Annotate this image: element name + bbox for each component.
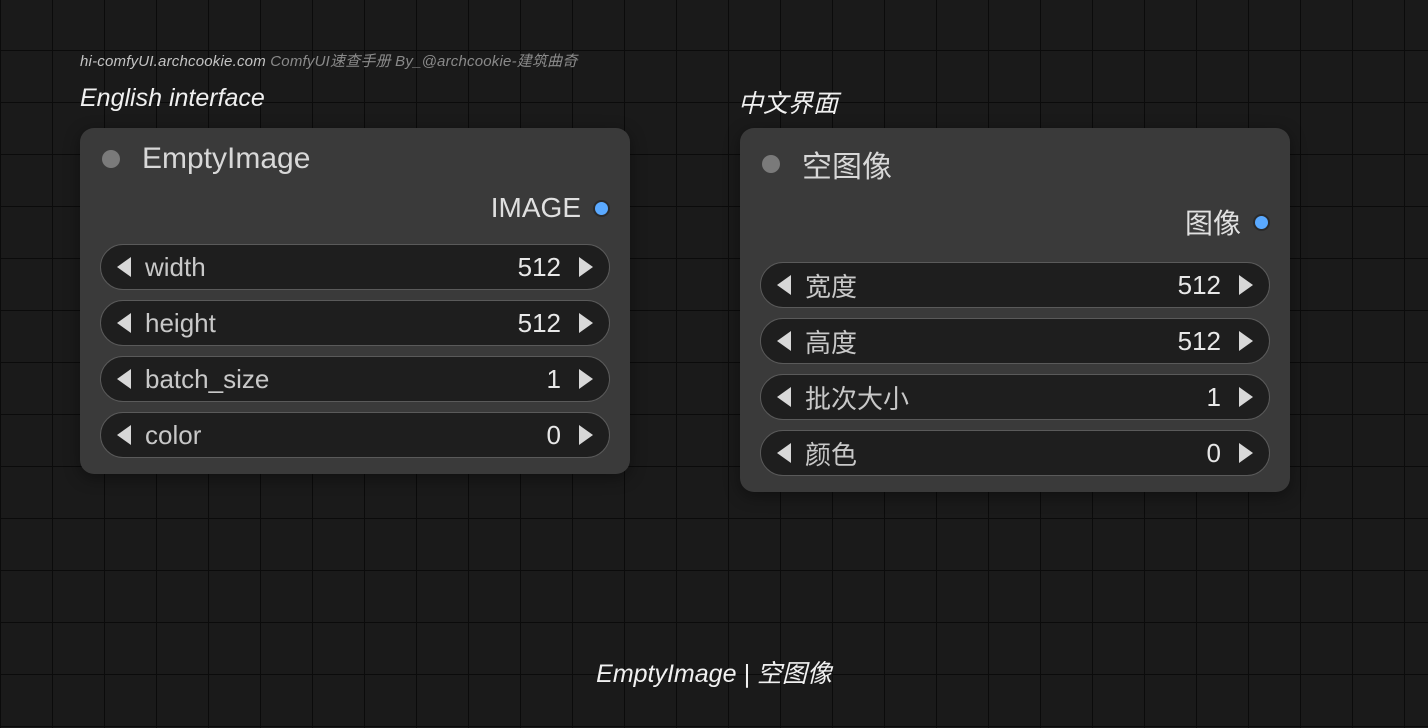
node-header[interactable]: 空图像 <box>740 128 1290 196</box>
widget-height[interactable]: height 512 <box>100 300 610 346</box>
node-title: 空图像 <box>802 142 892 186</box>
widget-width[interactable]: width 512 <box>100 244 610 290</box>
increment-arrow-icon[interactable] <box>1239 443 1253 463</box>
widget-value[interactable]: 1 <box>919 382 1221 413</box>
widget-batch-size[interactable]: 批次大小 1 <box>760 374 1270 420</box>
decrement-arrow-icon[interactable] <box>117 369 131 389</box>
output-port-icon[interactable] <box>593 200 610 217</box>
watermark-rest: ComfyUI速查手册 By_@archcookie-建筑曲奇 <box>266 53 578 70</box>
widget-color[interactable]: 颜色 0 <box>760 430 1270 476</box>
section-label-english: English interface <box>80 84 265 113</box>
widget-color[interactable]: color 0 <box>100 412 610 458</box>
increment-arrow-icon[interactable] <box>579 425 593 445</box>
widget-value[interactable]: 512 <box>867 326 1221 357</box>
output-label: IMAGE <box>491 192 581 224</box>
decrement-arrow-icon[interactable] <box>777 275 791 295</box>
node-emptyimage-en[interactable]: EmptyImage IMAGE width 512 height 512 ba… <box>80 128 630 474</box>
increment-arrow-icon[interactable] <box>579 257 593 277</box>
watermark-text: hi-comfyUI.archcookie.com ComfyUI速查手册 By… <box>80 50 578 71</box>
decrement-arrow-icon[interactable] <box>777 387 791 407</box>
output-label: 图像 <box>1185 202 1241 242</box>
widget-width[interactable]: 宽度 512 <box>760 262 1270 308</box>
increment-arrow-icon[interactable] <box>1239 331 1253 351</box>
increment-arrow-icon[interactable] <box>579 313 593 333</box>
node-title: EmptyImage <box>142 142 310 176</box>
increment-arrow-icon[interactable] <box>579 369 593 389</box>
widget-label: 宽度 <box>805 267 857 304</box>
widget-value[interactable]: 512 <box>226 308 561 339</box>
caption: EmptyImage | 空图像 <box>0 654 1428 690</box>
widget-value[interactable]: 512 <box>867 270 1221 301</box>
widget-label: width <box>145 252 206 283</box>
node-header[interactable]: EmptyImage <box>80 128 630 186</box>
widget-label: 高度 <box>805 323 857 360</box>
output-port-icon[interactable] <box>1253 214 1270 231</box>
decrement-arrow-icon[interactable] <box>777 331 791 351</box>
increment-arrow-icon[interactable] <box>1239 275 1253 295</box>
output-row: IMAGE <box>80 186 630 234</box>
widget-value[interactable]: 512 <box>216 252 561 283</box>
widget-label: color <box>145 420 201 451</box>
widget-height[interactable]: 高度 512 <box>760 318 1270 364</box>
node-emptyimage-zh[interactable]: 空图像 图像 宽度 512 高度 512 批次大小 1 颜色 0 <box>740 128 1290 492</box>
decrement-arrow-icon[interactable] <box>117 313 131 333</box>
decrement-arrow-icon[interactable] <box>777 443 791 463</box>
widget-label: batch_size <box>145 364 269 395</box>
increment-arrow-icon[interactable] <box>1239 387 1253 407</box>
watermark-domain: hi-comfyUI.archcookie.com <box>80 53 266 70</box>
widget-value[interactable]: 0 <box>211 420 561 451</box>
widget-batch-size[interactable]: batch_size 1 <box>100 356 610 402</box>
widget-value[interactable]: 1 <box>279 364 561 395</box>
decrement-arrow-icon[interactable] <box>117 425 131 445</box>
widget-value[interactable]: 0 <box>867 438 1221 469</box>
output-row: 图像 <box>740 196 1290 252</box>
section-label-chinese: 中文界面 <box>738 84 838 120</box>
widget-label: 颜色 <box>805 435 857 472</box>
status-dot-icon <box>762 155 780 173</box>
widget-label: height <box>145 308 216 339</box>
decrement-arrow-icon[interactable] <box>117 257 131 277</box>
widget-label: 批次大小 <box>805 379 909 416</box>
status-dot-icon <box>102 150 120 168</box>
